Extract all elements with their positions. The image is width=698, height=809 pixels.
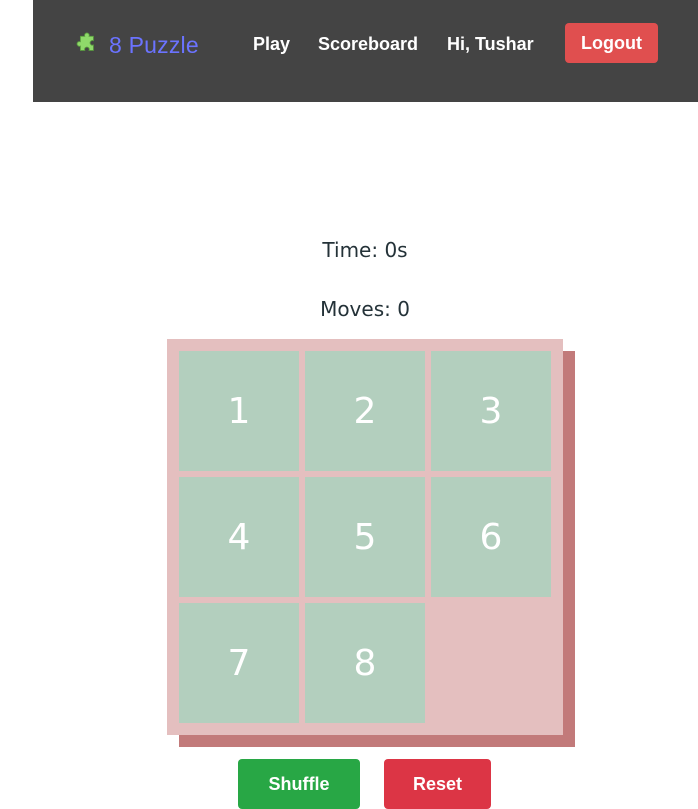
logout-button[interactable]: Logout (565, 23, 658, 63)
navbar: 8 Puzzle Play Scoreboard Hi, Tushar Logo… (33, 0, 698, 102)
puzzle-tile-3[interactable]: 3 (431, 351, 551, 471)
reset-button[interactable]: Reset (384, 759, 491, 809)
brand-link[interactable]: 8 Puzzle (75, 28, 199, 62)
puzzle-tile-4[interactable]: 4 (179, 477, 299, 597)
timer-display: Time: 0s (322, 238, 408, 262)
puzzle-piece-icon (76, 32, 94, 51)
empty-cell (431, 603, 551, 723)
puzzle-tile-7[interactable]: 7 (179, 603, 299, 723)
puzzle-tile-8[interactable]: 8 (305, 603, 425, 723)
puzzle-tile-2[interactable]: 2 (305, 351, 425, 471)
puzzle-tile-5[interactable]: 5 (305, 477, 425, 597)
nav-link-scoreboard[interactable]: Scoreboard (318, 33, 418, 55)
puzzle-tile-6[interactable]: 6 (431, 477, 551, 597)
nav-link-play[interactable]: Play (253, 33, 290, 55)
user-greeting: Hi, Tushar (447, 34, 534, 54)
moves-counter: Moves: 0 (320, 297, 410, 321)
brand-title: 8 Puzzle (109, 31, 199, 58)
shuffle-button[interactable]: Shuffle (238, 759, 360, 809)
puzzle-tile-1[interactable]: 1 (179, 351, 299, 471)
puzzle-board: 123 456 78 (167, 339, 563, 735)
